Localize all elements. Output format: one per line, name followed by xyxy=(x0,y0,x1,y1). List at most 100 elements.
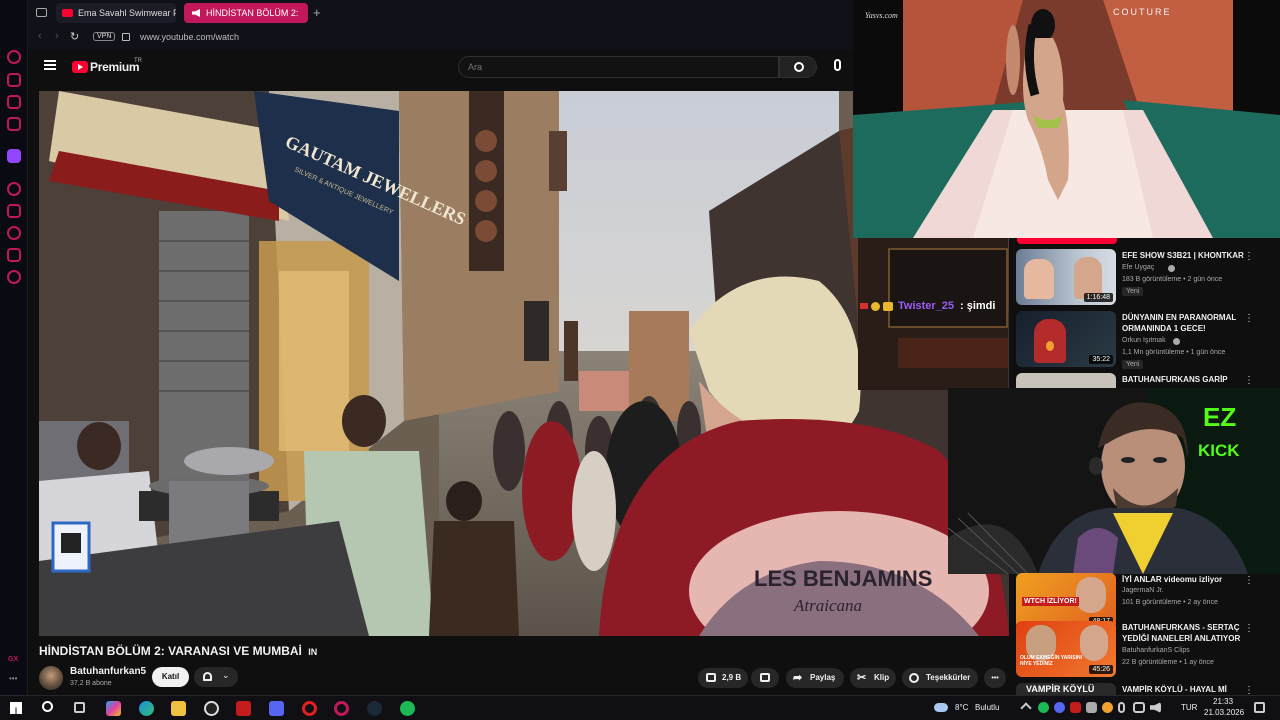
search-input[interactable] xyxy=(458,56,779,78)
share-button[interactable]: ➦ Paylaş xyxy=(786,668,844,688)
youtube-app-icon[interactable] xyxy=(236,701,251,716)
reload-icon[interactable]: ↻ xyxy=(70,30,79,43)
video-title[interactable]: BATUHANFURKANS - SERTAÇ YEDİĞİ NANELERİ … xyxy=(1122,622,1252,644)
runway-frame: Yasvs.com COUTURE xyxy=(853,0,1280,238)
spotify-icon[interactable] xyxy=(400,701,415,716)
language-indicator[interactable]: TUR xyxy=(1181,703,1197,712)
new-tab-button[interactable]: + xyxy=(313,5,321,20)
file-explorer-icon[interactable] xyxy=(171,701,186,716)
aria-icon[interactable] xyxy=(7,50,21,64)
steam-icon[interactable] xyxy=(367,701,382,716)
clock-time[interactable]: 21:33 xyxy=(1213,697,1233,706)
mail-icon[interactable] xyxy=(7,117,21,131)
copilot-icon[interactable] xyxy=(106,701,121,716)
tray-chevron-icon[interactable] xyxy=(1020,702,1032,714)
tray-app-icon[interactable] xyxy=(1038,702,1049,713)
audio-playing-icon[interactable] xyxy=(192,9,200,17)
windows-start-icon[interactable] xyxy=(10,702,22,714)
join-button[interactable]: Katıl xyxy=(152,667,189,687)
youtube-brand[interactable]: Premium xyxy=(90,60,140,74)
recommendation-item[interactable]: BATUHANFURKANS GARİP ⋮ xyxy=(1016,373,1278,389)
tab-swimwear[interactable]: Ema Savahl Swimwear Fas xyxy=(56,3,176,23)
lock-icon[interactable] xyxy=(122,33,130,41)
more-options-icon[interactable]: ⋮ xyxy=(1244,685,1254,695)
recommendation-item[interactable]: OLUM EKMEĞİN YARISINI NİYE YEDİNİZ 45:26… xyxy=(1016,621,1278,683)
video-title[interactable]: DÜNYANIN EN PARANORMAL ORMANINDA 1 GECE! xyxy=(1122,312,1252,334)
weather-icon[interactable] xyxy=(934,703,948,712)
channel-name[interactable]: Orkun Işıtmak xyxy=(1122,337,1166,344)
messenger-icon[interactable] xyxy=(7,95,21,109)
like-button[interactable]: 2,9 B xyxy=(698,668,748,688)
more-options-icon[interactable]: ⋮ xyxy=(1244,251,1254,262)
twitch-icon[interactable] xyxy=(7,149,21,163)
menu-icon[interactable] xyxy=(44,60,56,70)
youtube-favicon-icon xyxy=(62,9,73,17)
voice-search-icon[interactable] xyxy=(834,59,841,71)
tray-app-icon[interactable] xyxy=(1070,702,1081,713)
channel-name[interactable]: BatuhanfurkanS Clips xyxy=(1122,647,1190,654)
tray-app-icon[interactable] xyxy=(1054,702,1065,713)
search-button[interactable] xyxy=(779,56,817,78)
volume-icon[interactable] xyxy=(1150,702,1161,713)
sidebar-more-icon[interactable]: ••• xyxy=(9,674,17,683)
more-options-icon[interactable]: ⋮ xyxy=(1244,313,1254,324)
workspaces-icon[interactable] xyxy=(36,8,47,17)
obs-icon[interactable] xyxy=(204,701,219,716)
video-thumbnail[interactable]: 35:22 xyxy=(1016,311,1116,367)
tab-hindistan[interactable]: HİNDİSTAN BÖLÜM 2: xyxy=(184,3,308,23)
clock-date[interactable]: 21.03.2026 xyxy=(1204,708,1244,717)
history-icon[interactable] xyxy=(7,226,21,240)
extensions-icon[interactable] xyxy=(7,248,21,262)
opera-gx-icon[interactable] xyxy=(334,701,349,716)
task-view-icon[interactable] xyxy=(74,702,85,713)
settings-icon[interactable] xyxy=(7,270,21,284)
tray-app-icon[interactable] xyxy=(1102,702,1113,713)
forward-icon[interactable]: › xyxy=(55,30,59,42)
thumbs-up-icon xyxy=(706,673,716,682)
pinboard-icon[interactable] xyxy=(7,204,21,218)
scissors-icon: ✂ xyxy=(857,672,867,684)
video-thumbnail[interactable]: 1:16:48 xyxy=(1016,249,1116,305)
search-icon[interactable] xyxy=(42,701,53,712)
clip-button[interactable]: ✂ Klip xyxy=(850,668,896,688)
dislike-button[interactable] xyxy=(751,668,779,688)
opera-icon[interactable] xyxy=(302,701,317,716)
more-options-icon[interactable]: ⋮ xyxy=(1244,623,1254,634)
network-icon[interactable] xyxy=(1133,702,1145,713)
channel-name[interactable]: Efe Uygaç xyxy=(1122,264,1154,271)
thanks-button[interactable]: Teşekkürler xyxy=(902,668,978,688)
video-title[interactable]: VAMPİR KÖYLÜ - HAYAL Mİ xyxy=(1122,684,1252,695)
more-options-icon[interactable]: ⋮ xyxy=(1244,375,1254,386)
recommendation-item[interactable]: 1:16:48 EFE SHOW S3B21 | KHONTKAR Efe Uy… xyxy=(1016,249,1278,311)
more-options-icon[interactable]: ⋮ xyxy=(1244,575,1254,586)
channel-name[interactable]: JagermaN Jr. xyxy=(1122,587,1164,594)
video-title[interactable]: BATUHANFURKANS GARİP xyxy=(1122,374,1252,385)
share-icon: ➦ xyxy=(793,672,803,684)
microphone-icon[interactable] xyxy=(1118,702,1125,713)
notifications-button[interactable]: ⌄ xyxy=(194,667,238,687)
thanks-label: Teşekkürler xyxy=(926,673,971,682)
vpn-badge[interactable]: VPN xyxy=(93,32,116,41)
tray-app-icon[interactable] xyxy=(1086,702,1097,713)
back-icon[interactable]: ‹ xyxy=(38,30,42,42)
url-field[interactable]: www.youtube.com/watch xyxy=(140,32,239,42)
recommendation-item[interactable]: VAMPİR KÖYLÜ VAMPİR KÖYLÜ - HAYAL Mİ ⋮ xyxy=(1016,683,1278,695)
channel-avatar[interactable] xyxy=(39,666,63,690)
notifications-icon[interactable] xyxy=(1254,702,1265,713)
recommendation-item[interactable]: 35:22 DÜNYANIN EN PARANORMAL ORMANINDA 1… xyxy=(1016,311,1278,373)
video-title[interactable]: İYİ ANLAR videomu izliyor xyxy=(1122,574,1252,585)
weather-condition[interactable]: Bulutlu xyxy=(975,703,999,712)
video-title[interactable]: EFE SHOW S3B21 | KHONTKAR xyxy=(1122,250,1252,261)
workspace-icon[interactable] xyxy=(7,73,21,87)
discord-icon[interactable] xyxy=(269,701,284,716)
player-icon[interactable] xyxy=(7,182,21,196)
video-thumbnail[interactable]: OLUM EKMEĞİN YARISINI NİYE YEDİNİZ 45:26 xyxy=(1016,621,1116,677)
channel-name[interactable]: Batuhanfurkan5 xyxy=(70,666,146,677)
gx-icon[interactable]: GX xyxy=(8,656,18,663)
edge-icon[interactable] xyxy=(139,701,154,716)
video-thumbnail[interactable]: VAMPİR KÖYLÜ xyxy=(1016,683,1116,695)
youtube-logo-icon[interactable] xyxy=(72,61,88,73)
more-actions-button[interactable]: ••• xyxy=(984,668,1006,688)
video-thumbnail[interactable] xyxy=(1016,373,1116,389)
weather-temp[interactable]: 8°C xyxy=(955,703,968,712)
